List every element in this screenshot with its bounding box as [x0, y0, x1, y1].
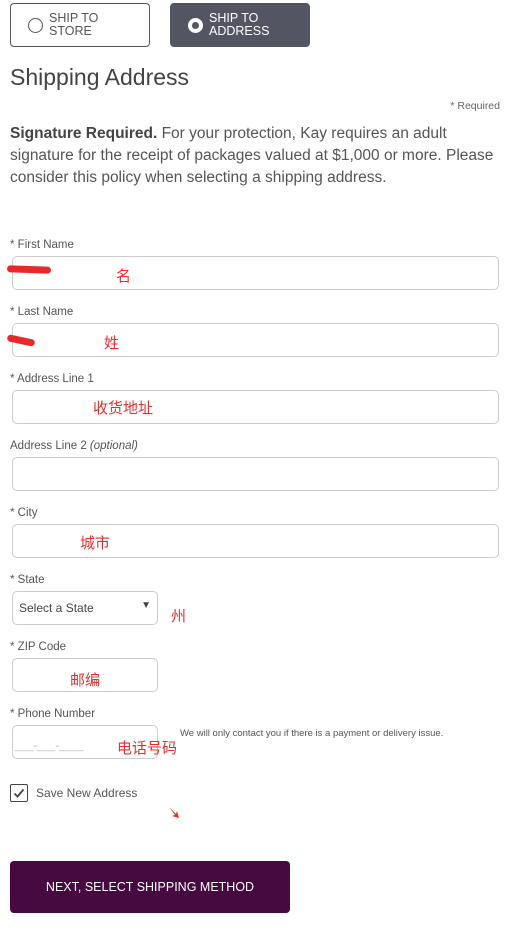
city-annotation: 城市 [80, 534, 111, 552]
address-line2-input[interactable] [12, 457, 499, 491]
last-name-label: * Last Name [10, 306, 74, 318]
address-line1-label: * Address Line 1 [10, 373, 94, 385]
checkmark-icon [13, 788, 25, 798]
signature-heading: Signature Required. [10, 125, 158, 142]
address-line2-label-text: Address Line 2 [10, 440, 90, 452]
phone-placeholder: ___-___-____ [15, 740, 84, 752]
state-annotation: 州 [171, 607, 187, 625]
zip-annotation: 邮编 [70, 671, 101, 689]
radio-unselected-icon[interactable] [28, 17, 43, 33]
first-name-input[interactable] [12, 256, 499, 290]
ship-to-store-label: SHIP TO STORE [49, 11, 99, 38]
save-address-label: Save New Address [36, 786, 138, 800]
state-select[interactable]: Select a State ▼ [12, 591, 158, 625]
address-line1-annotation: 收货地址 [93, 399, 154, 417]
next-select-shipping-method-button[interactable]: NEXT, SELECT SHIPPING METHOD [10, 861, 290, 913]
signature-notice: Signature Required. For your protection,… [10, 123, 510, 189]
first-name-annotation: 名 [116, 267, 132, 285]
optional-tag: (optional) [89, 440, 138, 452]
phone-annotation: 电话号码 [117, 739, 178, 757]
phone-note: We will only contact you if there is a p… [180, 728, 444, 739]
phone-label: * Phone Number [10, 708, 96, 720]
address-line2-label: Address Line 2 (optional) [10, 440, 138, 452]
address-line1-input[interactable] [12, 390, 499, 424]
red-arrow-annotation-icon [169, 807, 179, 818]
ship-to-address-option[interactable]: SHIP TO ADDRESS [170, 3, 310, 47]
last-name-annotation: 姓 [104, 334, 120, 352]
state-label: * State [10, 574, 45, 586]
required-note: * Required [450, 100, 500, 112]
page-title: Shipping Address [10, 64, 190, 90]
zip-label: * ZIP Code [10, 641, 67, 653]
dropdown-arrow-icon: ▼ [141, 600, 151, 611]
last-name-input[interactable] [12, 323, 499, 357]
ship-to-store-option[interactable]: SHIP TO STORE [10, 3, 150, 47]
first-name-label: * First Name [10, 239, 74, 251]
radio-selected-icon[interactable] [188, 17, 203, 33]
state-select-value: Select a State [19, 601, 94, 615]
ship-to-address-label: SHIP TO ADDRESS [209, 11, 270, 38]
redaction-mark [6, 265, 52, 274]
city-label: * City [10, 507, 38, 519]
save-address-checkbox[interactable] [10, 784, 28, 802]
